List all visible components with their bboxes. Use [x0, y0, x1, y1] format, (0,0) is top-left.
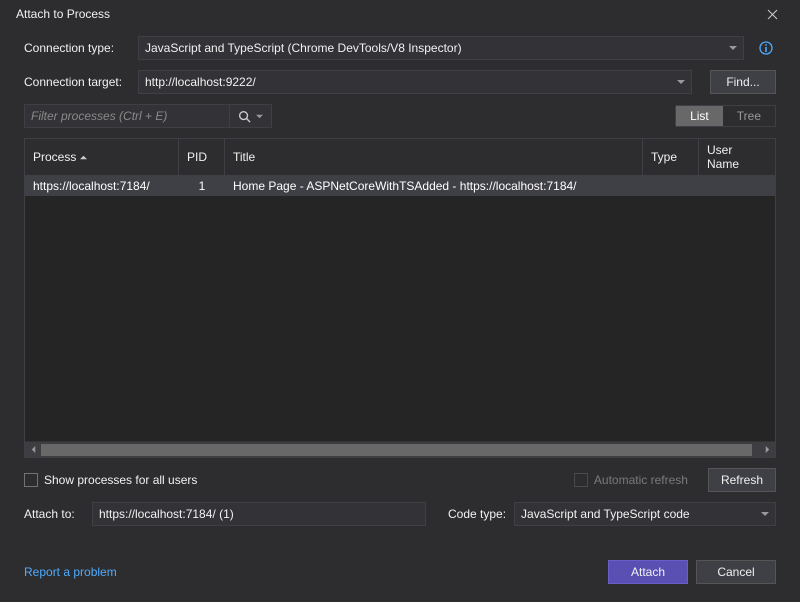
filter-dropdown-button[interactable]: [253, 113, 265, 120]
attach-button[interactable]: Attach: [608, 560, 688, 584]
filter-row: List Tree: [24, 104, 776, 128]
view-toggle: List Tree: [675, 105, 776, 127]
connection-type-value: JavaScript and TypeScript (Chrome DevToo…: [145, 41, 462, 55]
cell-pid: 1: [179, 179, 225, 193]
auto-refresh-label: Automatic refresh: [594, 473, 688, 487]
report-problem-link[interactable]: Report a problem: [24, 565, 117, 579]
attach-to-field[interactable]: https://localhost:7184/ (1): [92, 502, 426, 526]
options-row: Show processes for all users Automatic r…: [24, 468, 776, 492]
connection-target-value: http://localhost:9222/: [145, 75, 256, 89]
process-rows: https://localhost:7184/ 1 Home Page - AS…: [25, 176, 775, 441]
attach-to-value: https://localhost:7184/ (1): [99, 507, 234, 521]
filter-input[interactable]: [31, 109, 225, 123]
column-user[interactable]: User Name: [699, 139, 775, 175]
cancel-button[interactable]: Cancel: [696, 560, 776, 584]
find-button[interactable]: Find...: [710, 70, 776, 94]
titlebar: Attach to Process: [0, 0, 800, 28]
attach-to-row: Attach to: https://localhost:7184/ (1) C…: [24, 502, 776, 526]
code-type-combo[interactable]: JavaScript and TypeScript code: [514, 502, 776, 526]
connection-target-combo[interactable]: http://localhost:9222/: [138, 70, 692, 94]
column-process[interactable]: Process: [25, 139, 179, 175]
attach-to-process-dialog: Attach to Process Connection type: JavaS…: [0, 0, 800, 600]
process-list: Process PID Title Type User Name https:/…: [24, 138, 776, 458]
refresh-button[interactable]: Refresh: [708, 468, 776, 492]
filter-input-container: [24, 104, 272, 128]
chevron-down-icon: [761, 507, 769, 521]
code-type-label: Code type:: [448, 507, 506, 521]
table-row[interactable]: https://localhost:7184/ 1 Home Page - AS…: [25, 176, 775, 196]
scroll-left-icon: [25, 442, 41, 458]
attach-to-label: Attach to:: [24, 507, 84, 521]
column-pid[interactable]: PID: [179, 139, 225, 175]
view-list-button[interactable]: List: [676, 106, 723, 126]
view-tree-button[interactable]: Tree: [723, 106, 775, 126]
connection-target-row: Connection target: http://localhost:9222…: [24, 70, 776, 94]
close-icon: [767, 9, 778, 20]
auto-refresh-checkbox: [574, 473, 588, 487]
search-icon: [238, 110, 251, 123]
cell-user: [699, 179, 775, 193]
info-button[interactable]: [756, 38, 776, 58]
sort-asc-icon: [80, 150, 87, 164]
cell-title: Home Page - ASPNetCoreWithTSAdded - http…: [225, 179, 643, 193]
scroll-track: [41, 442, 759, 458]
chevron-down-icon: [256, 113, 263, 120]
dialog-title: Attach to Process: [16, 7, 110, 21]
cell-process: https://localhost:7184/: [25, 179, 179, 193]
chevron-down-icon: [729, 41, 737, 55]
connection-type-combo[interactable]: JavaScript and TypeScript (Chrome DevToo…: [138, 36, 744, 60]
connection-type-label: Connection type:: [24, 41, 132, 55]
close-button[interactable]: [752, 0, 792, 28]
chevron-down-icon: [677, 75, 685, 89]
code-type-value: JavaScript and TypeScript code: [521, 507, 690, 521]
show-all-label: Show processes for all users: [44, 473, 197, 487]
scroll-thumb[interactable]: [41, 444, 752, 456]
search-button[interactable]: [229, 105, 253, 127]
show-all-checkbox[interactable]: [24, 473, 38, 487]
footer: Report a problem Attach Cancel: [0, 542, 800, 602]
cell-type: [643, 179, 699, 193]
info-icon: [759, 41, 773, 55]
column-headers: Process PID Title Type User Name: [25, 139, 775, 176]
horizontal-scrollbar[interactable]: [25, 441, 775, 457]
connection-target-label: Connection target:: [24, 75, 132, 89]
connection-type-row: Connection type: JavaScript and TypeScri…: [24, 36, 776, 60]
column-title[interactable]: Title: [225, 139, 643, 175]
column-type[interactable]: Type: [643, 139, 699, 175]
scroll-right-icon: [759, 442, 775, 458]
